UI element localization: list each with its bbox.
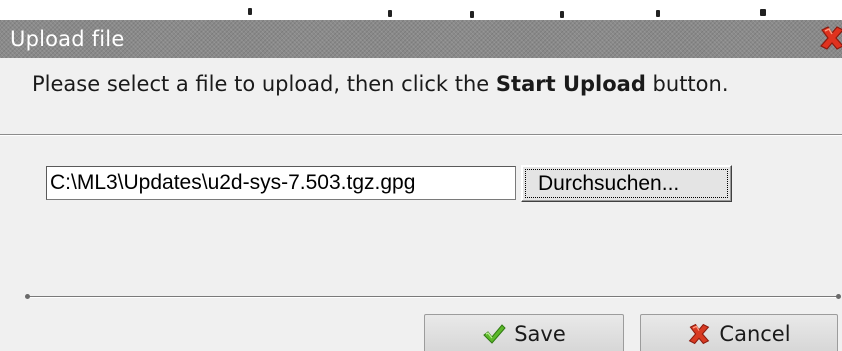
save-button-label: Save xyxy=(514,322,566,346)
cancel-button[interactable]: Cancel xyxy=(640,314,838,351)
x-cross-icon xyxy=(687,322,711,346)
dialog-titlebar[interactable]: Upload file xyxy=(0,20,842,58)
browse-button-label: Durchsuchen... xyxy=(525,169,728,198)
instruction-emphasis: Start Upload xyxy=(495,72,646,96)
dialog-title: Upload file xyxy=(10,27,125,51)
instruction-text: Please select a file to upload, then cli… xyxy=(32,70,822,98)
instruction-suffix: button. xyxy=(645,72,729,96)
file-path-input[interactable]: C:\ML3\Updates\u2d-sys-7.503.tgz.gpg xyxy=(46,166,516,200)
upload-file-dialog: Upload file Please select a file to uplo… xyxy=(0,0,842,351)
footer-divider xyxy=(25,294,841,299)
dialog-body xyxy=(0,58,842,351)
header-divider xyxy=(0,134,842,136)
browse-button[interactable]: Durchsuchen... xyxy=(521,165,732,202)
save-button[interactable]: Save xyxy=(424,314,624,351)
background-window-fragment xyxy=(0,0,842,20)
instruction-prefix: Please select a file to upload, then cli… xyxy=(32,72,496,96)
close-icon[interactable] xyxy=(818,24,842,52)
checkmark-icon xyxy=(482,323,506,345)
cancel-button-label: Cancel xyxy=(719,322,791,346)
